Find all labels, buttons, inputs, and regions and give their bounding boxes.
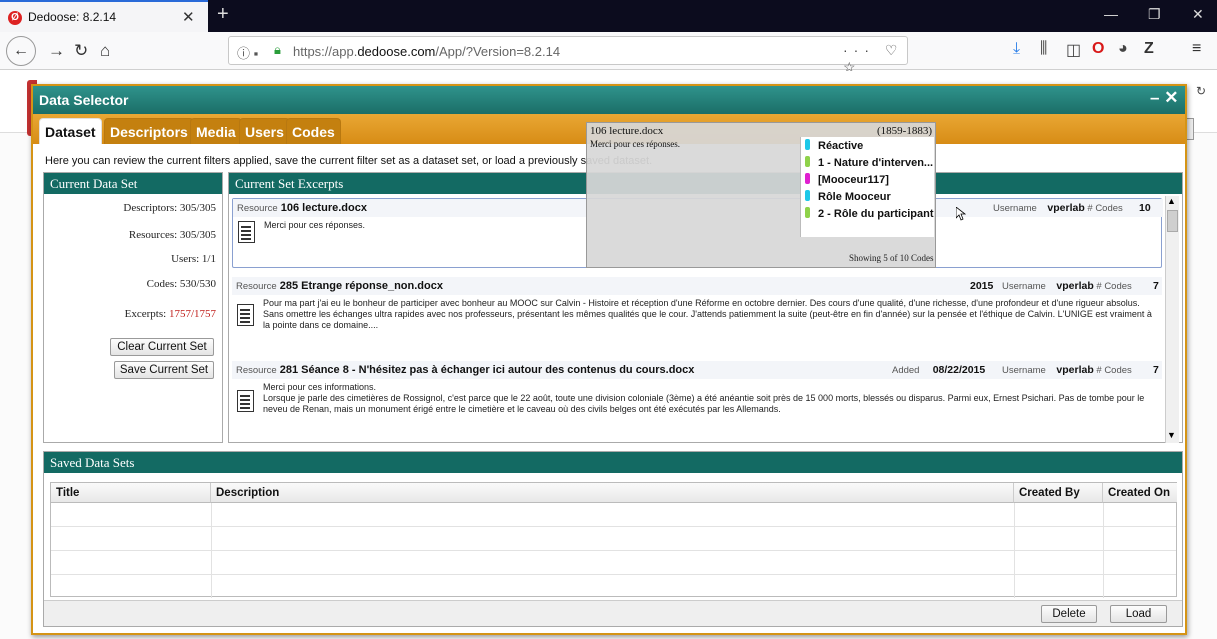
excerpt-username: Username vperlab # Codes	[993, 202, 1123, 214]
tab-users[interactable]: Users	[239, 118, 290, 144]
table-row[interactable]	[51, 574, 1176, 575]
excerpt-preview-popup: 106 lecture.docx (1859-1883) Merci pour …	[586, 122, 936, 268]
site-info-icon[interactable]: ⓘ ▪	[237, 43, 258, 62]
saved-data-sets-table: Title Description Created By Created On	[50, 482, 1177, 598]
code-item: 2 - Rôle du participant	[805, 207, 934, 220]
tab-codes[interactable]: Codes	[286, 118, 341, 144]
excerpt-added-date: Added 08/22/2015	[892, 364, 986, 376]
popup-range: (1859-1883)	[877, 125, 932, 137]
excerpt-code-count: 7	[1153, 280, 1159, 292]
code-item: Rôle Mooceur	[805, 190, 891, 203]
scroll-up-icon[interactable]: ▲	[1167, 196, 1176, 206]
dialog-controls: – ✕	[1150, 88, 1178, 108]
document-icon	[237, 390, 254, 412]
descriptors-count: Descriptors: 305/305	[123, 202, 216, 214]
close-tab-icon[interactable]: ✕	[182, 8, 195, 26]
minimize-window-icon[interactable]: —	[1104, 6, 1118, 22]
excerpt-code-count: 10	[1139, 202, 1151, 214]
excerpt-card[interactable]: Resource 281 Séance 8 - N'hésitez pas à …	[232, 361, 1162, 441]
clear-current-set-button[interactable]: Clear Current Set	[110, 338, 214, 356]
code-item: 1 - Nature d'interven...	[805, 156, 933, 169]
scroll-down-icon[interactable]: ▼	[1167, 430, 1176, 440]
sidebar-icon[interactable]: ◫	[1066, 40, 1081, 60]
column-description[interactable]: Description	[211, 483, 1014, 503]
browser-tab[interactable]: Ø Dedoose: 8.2.14 ✕	[0, 0, 208, 32]
zotero-icon[interactable]: Z	[1144, 40, 1154, 58]
code-color-swatch	[805, 207, 810, 218]
saved-data-sets-panel: Saved Data Sets Title Description Create…	[43, 451, 1183, 627]
home-icon[interactable]: ⌂	[100, 41, 110, 61]
app-side-tool[interactable]	[1186, 118, 1194, 140]
excerpt-username: Username vperlab # Codes	[1002, 280, 1132, 292]
column-created-by[interactable]: Created By	[1014, 483, 1103, 503]
minimize-dialog-icon[interactable]: –	[1150, 88, 1159, 107]
excerpts-count: Excerpts: 1757/1757	[124, 308, 216, 320]
excerpt-text: Merci pour ces informations. Lorsque je …	[263, 382, 1145, 414]
table-row[interactable]	[51, 526, 1176, 527]
column-divider	[1103, 503, 1104, 598]
codes-count: Codes: 530/530	[146, 278, 216, 290]
dialog-header: Data Selector – ✕	[33, 86, 1185, 114]
back-icon[interactable]: ←	[6, 36, 36, 66]
scroll-thumb[interactable]	[1167, 210, 1178, 232]
browser-tab-bar: Ø Dedoose: 8.2.14 ✕ + — ❐ ✕	[0, 0, 1217, 32]
close-dialog-icon[interactable]: ✕	[1164, 88, 1178, 107]
lock-icon: 🔒︎	[274, 42, 281, 57]
current-data-set-panel: Current Data Set Descriptors: 305/305 Re…	[43, 172, 223, 443]
code-color-swatch	[805, 139, 810, 150]
new-tab-icon[interactable]: +	[217, 3, 229, 26]
close-window-icon[interactable]: ✕	[1192, 6, 1204, 23]
tab-media[interactable]: Media	[190, 118, 242, 144]
extension-icon[interactable]: ◕	[1118, 40, 1128, 58]
tab-descriptors[interactable]: Descriptors	[104, 118, 194, 144]
load-button[interactable]: Load	[1110, 605, 1167, 623]
opera-icon[interactable]: O	[1092, 40, 1104, 58]
dialog-description: Here you can review the current filters …	[45, 155, 653, 167]
column-created-on[interactable]: Created On	[1103, 483, 1177, 503]
url-text: https://app.dedoose.com/App/?Version=8.2…	[293, 44, 561, 59]
excerpt-card[interactable]: Resource 285 Etrange réponse_non.docx 20…	[232, 277, 1162, 357]
browser-nav-bar: ← → ↻ ⌂ ⓘ ▪ 🔒︎ https://app.dedoose.com/A…	[0, 32, 1217, 75]
restore-window-icon[interactable]: ❐	[1148, 6, 1161, 23]
document-icon	[237, 304, 254, 326]
excerpts-scrollbar[interactable]: ▲ ▼	[1165, 196, 1179, 443]
popup-showing-count: Showing 5 of 10 Codes	[849, 253, 934, 263]
code-color-swatch	[805, 190, 810, 201]
resources-count: Resources: 305/305	[128, 229, 216, 241]
popup-code-list: Réactive 1 - Nature d'interven... [Mooce…	[800, 137, 934, 237]
menu-icon[interactable]: ≡	[1192, 40, 1201, 58]
column-divider	[1014, 503, 1015, 598]
code-item: [Mooceur117]	[805, 173, 889, 186]
popup-filename: 106 lecture.docx	[590, 125, 664, 137]
delete-button[interactable]: Delete	[1041, 605, 1097, 623]
forward-icon[interactable]: →	[48, 41, 65, 61]
table-row[interactable]	[51, 550, 1176, 551]
column-divider	[211, 503, 212, 598]
excerpt-code-count: 7	[1153, 364, 1159, 376]
code-color-swatch	[805, 156, 810, 167]
code-item: Réactive	[805, 139, 863, 152]
excerpt-text: Pour ma part j'ai eu le bonheur de parti…	[263, 298, 1152, 330]
tab-dataset[interactable]: Dataset	[39, 118, 102, 144]
users-count: Users: 1/1	[171, 253, 216, 265]
app-refresh-icon[interactable]: ↻	[1196, 84, 1206, 98]
browser-tab-title: Dedoose: 8.2.14	[28, 10, 117, 24]
dialog-title: Data Selector	[39, 92, 129, 108]
saved-data-sets-header: Saved Data Sets	[44, 452, 1182, 473]
document-icon	[238, 221, 255, 243]
reload-icon[interactable]: ↻	[74, 41, 88, 61]
download-icon[interactable]: ⤓	[1013, 40, 1020, 58]
current-data-set-header: Current Data Set	[44, 173, 222, 194]
saved-data-sets-footer: Delete Load	[44, 600, 1182, 626]
code-color-swatch	[805, 173, 810, 184]
column-title[interactable]: Title	[51, 483, 211, 503]
dedoose-favicon-icon: Ø	[8, 11, 22, 25]
popup-text: Merci pour ces réponses.	[590, 139, 680, 149]
mouse-cursor-icon	[956, 207, 966, 221]
excerpt-added-date: 2015	[970, 280, 994, 292]
library-icon[interactable]: ⫼	[1040, 40, 1047, 58]
excerpt-username: Username vperlab # Codes	[1002, 364, 1132, 376]
address-bar[interactable]: ⓘ ▪ 🔒︎ https://app.dedoose.com/App/?Vers…	[228, 36, 908, 75]
save-current-set-button[interactable]: Save Current Set	[114, 361, 214, 379]
